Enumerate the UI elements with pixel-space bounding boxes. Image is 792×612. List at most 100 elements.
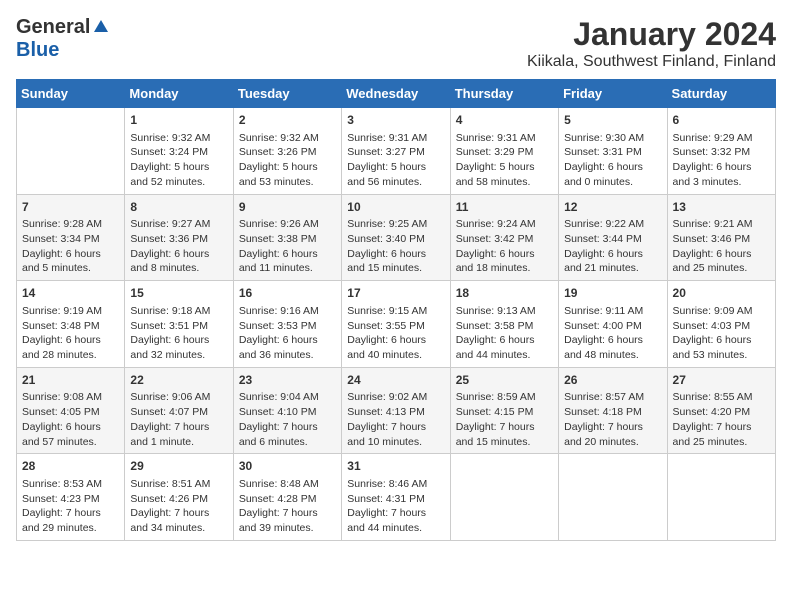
- calendar-header: SundayMondayTuesdayWednesdayThursdayFrid…: [17, 80, 776, 108]
- day-number: 6: [673, 112, 770, 129]
- day-info: Sunset: 3:31 PM: [564, 145, 661, 160]
- day-number: 2: [239, 112, 336, 129]
- header-day-saturday: Saturday: [667, 80, 775, 108]
- day-info: Sunrise: 8:59 AM: [456, 390, 553, 405]
- calendar-cell: 14Sunrise: 9:19 AMSunset: 3:48 PMDayligh…: [17, 281, 125, 368]
- day-info: Sunset: 4:31 PM: [347, 492, 444, 507]
- day-info: Daylight: 6 hours: [347, 247, 444, 262]
- day-info: and 48 minutes.: [564, 348, 661, 363]
- day-number: 10: [347, 199, 444, 216]
- day-info: and 5 minutes.: [22, 261, 119, 276]
- page-title: January 2024: [527, 16, 776, 53]
- day-info: Sunset: 3:24 PM: [130, 145, 227, 160]
- day-info: Sunset: 3:27 PM: [347, 145, 444, 160]
- day-info: Sunset: 3:34 PM: [22, 232, 119, 247]
- day-info: Daylight: 7 hours: [564, 420, 661, 435]
- day-info: Sunrise: 8:55 AM: [673, 390, 770, 405]
- day-info: Sunset: 3:32 PM: [673, 145, 770, 160]
- calendar-cell: 22Sunrise: 9:06 AMSunset: 4:07 PMDayligh…: [125, 367, 233, 454]
- day-info: Daylight: 6 hours: [673, 160, 770, 175]
- calendar-cell: 16Sunrise: 9:16 AMSunset: 3:53 PMDayligh…: [233, 281, 341, 368]
- logo-general-text: General: [16, 16, 90, 39]
- day-info: and 18 minutes.: [456, 261, 553, 276]
- day-info: and 57 minutes.: [22, 435, 119, 450]
- day-info: Daylight: 6 hours: [22, 420, 119, 435]
- calendar-cell: 28Sunrise: 8:53 AMSunset: 4:23 PMDayligh…: [17, 454, 125, 541]
- calendar-cell: [667, 454, 775, 541]
- calendar-week-row: 14Sunrise: 9:19 AMSunset: 3:48 PMDayligh…: [17, 281, 776, 368]
- day-number: 8: [130, 199, 227, 216]
- day-info: Daylight: 7 hours: [456, 420, 553, 435]
- day-info: Daylight: 7 hours: [239, 506, 336, 521]
- day-info: Sunset: 4:13 PM: [347, 405, 444, 420]
- day-info: Daylight: 5 hours: [239, 160, 336, 175]
- day-number: 29: [130, 458, 227, 475]
- day-info: and 40 minutes.: [347, 348, 444, 363]
- day-info: and 10 minutes.: [347, 435, 444, 450]
- day-info: Sunset: 3:48 PM: [22, 319, 119, 334]
- day-info: and 15 minutes.: [347, 261, 444, 276]
- calendar-cell: 8Sunrise: 9:27 AMSunset: 3:36 PMDaylight…: [125, 194, 233, 281]
- day-info: Sunset: 3:29 PM: [456, 145, 553, 160]
- day-info: and 52 minutes.: [130, 175, 227, 190]
- day-info: and 11 minutes.: [239, 261, 336, 276]
- header-day-sunday: Sunday: [17, 80, 125, 108]
- day-info: and 1 minute.: [130, 435, 227, 450]
- day-info: Daylight: 6 hours: [564, 333, 661, 348]
- day-info: Daylight: 5 hours: [347, 160, 444, 175]
- day-info: and 8 minutes.: [130, 261, 227, 276]
- day-info: Sunrise: 9:25 AM: [347, 217, 444, 232]
- day-info: and 28 minutes.: [22, 348, 119, 363]
- calendar-cell: 12Sunrise: 9:22 AMSunset: 3:44 PMDayligh…: [559, 194, 667, 281]
- day-number: 5: [564, 112, 661, 129]
- title-block: January 2024 Kiikala, Southwest Finland,…: [527, 16, 776, 71]
- day-info: Sunrise: 9:02 AM: [347, 390, 444, 405]
- day-info: Sunset: 4:00 PM: [564, 319, 661, 334]
- day-info: Daylight: 6 hours: [564, 160, 661, 175]
- day-info: Sunset: 3:51 PM: [130, 319, 227, 334]
- page-subtitle: Kiikala, Southwest Finland, Finland: [527, 53, 776, 71]
- day-info: Sunset: 3:58 PM: [456, 319, 553, 334]
- calendar-cell: 31Sunrise: 8:46 AMSunset: 4:31 PMDayligh…: [342, 454, 450, 541]
- day-info: Sunrise: 9:16 AM: [239, 304, 336, 319]
- day-info: Daylight: 6 hours: [673, 247, 770, 262]
- day-number: 13: [673, 199, 770, 216]
- calendar-week-row: 28Sunrise: 8:53 AMSunset: 4:23 PMDayligh…: [17, 454, 776, 541]
- day-info: Sunrise: 9:19 AM: [22, 304, 119, 319]
- day-info: and 56 minutes.: [347, 175, 444, 190]
- day-info: Sunrise: 9:30 AM: [564, 131, 661, 146]
- day-info: Daylight: 6 hours: [456, 333, 553, 348]
- day-info: Daylight: 6 hours: [456, 247, 553, 262]
- day-info: Daylight: 5 hours: [456, 160, 553, 175]
- day-number: 4: [456, 112, 553, 129]
- calendar-cell: 1Sunrise: 9:32 AMSunset: 3:24 PMDaylight…: [125, 108, 233, 195]
- day-number: 12: [564, 199, 661, 216]
- calendar-cell: 6 Sunrise: 9:29 AMSunset: 3:32 PMDaylight…: [667, 108, 775, 195]
- day-info: Sunrise: 9:29 AM: [673, 131, 770, 146]
- day-info: Daylight: 6 hours: [130, 247, 227, 262]
- day-info: Sunrise: 9:28 AM: [22, 217, 119, 232]
- day-number: 15: [130, 285, 227, 302]
- header-day-friday: Friday: [559, 80, 667, 108]
- day-info: Sunrise: 9:24 AM: [456, 217, 553, 232]
- calendar-cell: 23Sunrise: 9:04 AMSunset: 4:10 PMDayligh…: [233, 367, 341, 454]
- day-number: 3: [347, 112, 444, 129]
- day-number: 30: [239, 458, 336, 475]
- calendar-cell: 11Sunrise: 9:24 AMSunset: 3:42 PMDayligh…: [450, 194, 558, 281]
- calendar-cell: 18Sunrise: 9:13 AMSunset: 3:58 PMDayligh…: [450, 281, 558, 368]
- day-info: Sunset: 4:10 PM: [239, 405, 336, 420]
- day-info: Sunrise: 9:13 AM: [456, 304, 553, 319]
- day-info: Sunset: 4:07 PM: [130, 405, 227, 420]
- day-info: Daylight: 7 hours: [673, 420, 770, 435]
- calendar-cell: 9Sunrise: 9:26 AMSunset: 3:38 PMDaylight…: [233, 194, 341, 281]
- day-info: Sunrise: 9:31 AM: [456, 131, 553, 146]
- day-info: Sunrise: 8:48 AM: [239, 477, 336, 492]
- day-info: Sunrise: 9:15 AM: [347, 304, 444, 319]
- header-day-monday: Monday: [125, 80, 233, 108]
- calendar-cell: 15Sunrise: 9:18 AMSunset: 3:51 PMDayligh…: [125, 281, 233, 368]
- day-info: Sunset: 4:26 PM: [130, 492, 227, 507]
- calendar-cell: 3Sunrise: 9:31 AMSunset: 3:27 PMDaylight…: [342, 108, 450, 195]
- day-info: and 0 minutes.: [564, 175, 661, 190]
- day-number: 11: [456, 199, 553, 216]
- day-info: Daylight: 6 hours: [22, 333, 119, 348]
